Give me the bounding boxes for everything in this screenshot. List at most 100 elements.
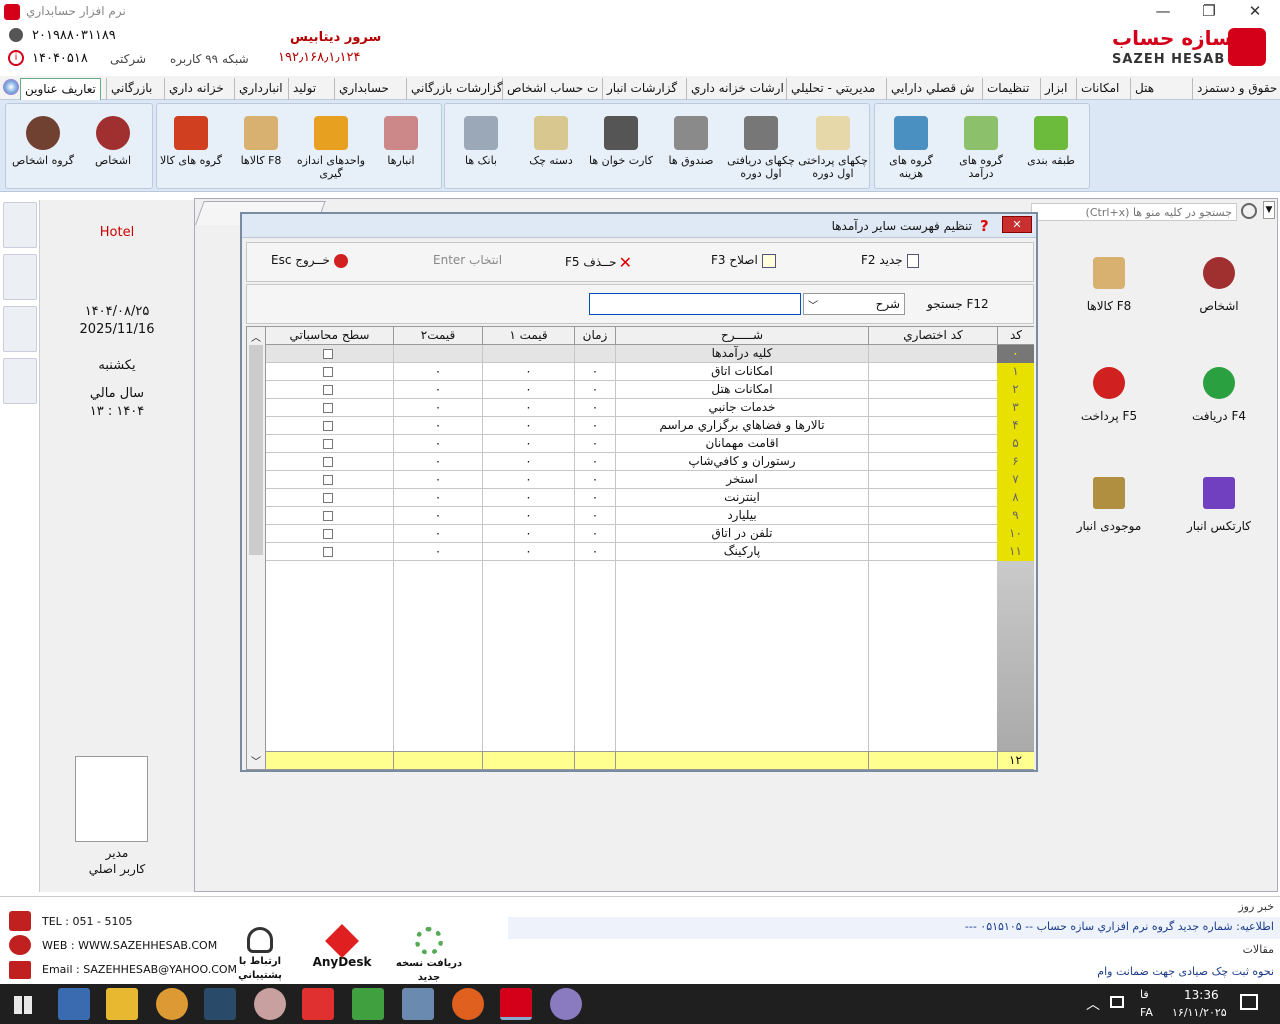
select-button[interactable]: انتخاب Enter <box>433 253 502 271</box>
table-row[interactable]: ۰ ۰ ۰ امکانات هتل ۲ <box>266 381 1034 399</box>
calculator-taskbar-icon[interactable] <box>402 988 434 1020</box>
table-row[interactable]: ۰ ۰ ۰ تلفن در اتاق ۱۰ <box>266 525 1034 543</box>
level-checkbox[interactable] <box>323 529 333 539</box>
quick-persons[interactable]: اشخاص <box>1179 251 1259 331</box>
ribbon-expense-groups[interactable]: گروه های هزينه <box>876 108 946 186</box>
table-row[interactable]: ۰ ۰ ۰ خدمات جانبي ۳ <box>266 399 1034 417</box>
settings-gear-icon[interactable] <box>3 202 37 248</box>
ribbon-cash-boxes[interactable]: صندوق ها <box>656 108 726 186</box>
search-field-select[interactable]: شرح ﹀ <box>803 293 905 315</box>
col-header-short-code[interactable]: کد اختصاري <box>868 327 997 345</box>
ribbon-goods-groups[interactable]: گروه های کالا <box>156 108 226 186</box>
dialog-close-button[interactable]: ✕ <box>1002 216 1032 233</box>
menu-definitions[interactable]: تعاريف عناوين <box>20 78 101 100</box>
menu-inventory-reports[interactable]: گزارشات انبار <box>602 78 681 100</box>
ribbon-persons[interactable]: اشخاص <box>78 108 148 186</box>
folder-icon[interactable] <box>106 988 138 1020</box>
calculator-icon[interactable] <box>3 358 37 404</box>
quick-receive[interactable]: F4 دريافت <box>1179 361 1259 441</box>
3cx-icon[interactable] <box>204 988 236 1020</box>
level-checkbox[interactable] <box>323 349 333 359</box>
quick-goods[interactable]: F8 کالاها <box>1069 251 1149 331</box>
palette-icon[interactable] <box>550 988 582 1020</box>
lightbulb-icon[interactable] <box>3 306 37 352</box>
edit-button[interactable]: اصلاح F3 <box>711 253 776 271</box>
ribbon-banks[interactable]: بانک ها <box>446 108 516 186</box>
ribbon-card-readers[interactable]: کارت خوان ها <box>586 108 656 186</box>
new-button[interactable]: جديد F2 <box>861 253 919 271</box>
menu-settings[interactable]: تنظيمات <box>982 78 1033 100</box>
chrome-icon[interactable] <box>156 988 188 1020</box>
level-checkbox[interactable] <box>323 367 333 377</box>
menu-commerce-reports[interactable]: گزارشات بازرگاني <box>406 78 507 100</box>
quick-stock[interactable]: موجودی انبار <box>1069 471 1149 551</box>
search-input[interactable] <box>589 293 801 315</box>
table-row[interactable]: ۰ ۰ ۰ اقامت مهمانان ۵ <box>266 435 1034 453</box>
menu-features[interactable]: امکانات <box>1076 78 1123 100</box>
ribbon-paid-cheques[interactable]: چکهای پرداختی اول دوره <box>798 108 868 186</box>
menu-tools[interactable]: ابزار <box>1040 78 1071 100</box>
menu-treasury[interactable]: خزانه داري <box>164 78 228 100</box>
level-checkbox[interactable] <box>323 547 333 557</box>
col-header-price2[interactable]: قيمت۲ <box>393 327 482 345</box>
col-header-level[interactable]: سطح محاسباتي <box>266 327 393 345</box>
windows-start-icon[interactable] <box>14 996 32 1014</box>
search-gear-icon[interactable] <box>1241 203 1257 219</box>
menu-assets[interactable]: ش قصلي دارايي <box>886 78 979 100</box>
delete-button[interactable]: ✕حــذف F5 <box>565 253 632 272</box>
ribbon-units[interactable]: واحدهای اندازه گيری <box>296 108 366 186</box>
clock-date[interactable]: ۱۶/۱۱/۲۰۲۵ <box>1172 1006 1227 1019</box>
app-orange-icon[interactable] <box>452 988 484 1020</box>
menu-payroll[interactable]: حقوق و دستمزد <box>1192 78 1280 100</box>
table-row[interactable]: ۰ ۰ ۰ بيليارد ۹ <box>266 507 1034 525</box>
col-header-price1[interactable]: قيمت ۱ <box>482 327 574 345</box>
tools-wrench-icon[interactable] <box>3 254 37 300</box>
menu-treasury-reports[interactable]: ارشات خزانه داري <box>686 78 788 100</box>
notification-icon[interactable] <box>1240 994 1258 1010</box>
clock-time[interactable]: 13:36 <box>1184 988 1219 1002</box>
table-row[interactable]: ۰ ۰ ۰ استخر ۷ <box>266 471 1034 489</box>
minimize-button[interactable]: — <box>1140 0 1186 24</box>
help-icon[interactable]: ? <box>980 217 989 235</box>
ribbon-classification[interactable]: طبقه بندی <box>1016 108 1086 186</box>
language-indicator[interactable]: FA <box>1140 1006 1153 1019</box>
level-checkbox[interactable] <box>323 493 333 503</box>
paint-icon[interactable] <box>254 988 286 1020</box>
exit-button[interactable]: خــروج Esc <box>271 253 348 271</box>
update-button[interactable]: دريافت نسخه جديد <box>384 927 474 983</box>
menu-accounting[interactable]: حسابداري <box>334 78 393 100</box>
restore-button[interactable]: ❐ <box>1186 0 1232 24</box>
article-link[interactable]: نحوه ثبت چک صيادی جهت ضمانت وام <box>1097 965 1274 978</box>
table-row[interactable]: ۰ ۰ ۰ تالارها و فضاهاي برگزاري مراسم ۴ <box>266 417 1034 435</box>
level-checkbox[interactable] <box>323 403 333 413</box>
level-checkbox[interactable] <box>323 457 333 467</box>
app-green-icon[interactable] <box>352 988 384 1020</box>
menu-hotel[interactable]: هتل <box>1130 78 1158 100</box>
table-row[interactable]: ۰ ۰ ۰ امکانات اتاق ۱ <box>266 363 1034 381</box>
monitor-icon[interactable] <box>1110 996 1124 1008</box>
vertical-scrollbar[interactable]: ︿ ﹀ <box>247 327 266 769</box>
menu-person-accounts[interactable]: ت حساب اشخاص <box>502 78 602 100</box>
ribbon-goods[interactable]: F8 کالاها <box>226 108 296 186</box>
ribbon-person-groups[interactable]: گروه اشخاص <box>8 108 78 186</box>
table-row[interactable]: کليه درآمدها ۰ <box>266 345 1034 363</box>
support-button[interactable]: ارتباط با پشتيباني <box>222 927 298 981</box>
table-row[interactable]: ۰ ۰ ۰ پارکينگ ۱۱ <box>266 543 1034 561</box>
table-row[interactable]: ۰ ۰ ۰ رستوران و کافي‌شاپ ۶ <box>266 453 1034 471</box>
anydesk-button[interactable]: AnyDesk <box>306 924 378 981</box>
menu-commerce[interactable]: بازرگاني <box>106 78 156 100</box>
dropdown-arrow-icon[interactable]: ▼ <box>1263 201 1275 219</box>
ime-indicator[interactable]: فا <box>1140 988 1149 1001</box>
theme-orb-icon[interactable] <box>3 79 19 95</box>
menu-management[interactable]: مديريتي - تحليلي <box>786 78 879 100</box>
scroll-up-icon[interactable]: ︿ <box>251 329 261 344</box>
ribbon-cheque-books[interactable]: دسته چک <box>516 108 586 186</box>
sazeh-hesab-taskbar-icon[interactable] <box>500 988 532 1020</box>
menu-search-input[interactable] <box>1031 203 1237 221</box>
ribbon-income-groups[interactable]: گروه های درآمد <box>946 108 1016 186</box>
col-header-code[interactable]: کد <box>997 327 1034 345</box>
quick-pay[interactable]: F5 پرداخت <box>1069 361 1149 441</box>
col-header-desc[interactable]: شـــــرح <box>615 327 868 345</box>
ribbon-warehouses[interactable]: انبارها <box>366 108 436 186</box>
level-checkbox[interactable] <box>323 511 333 521</box>
